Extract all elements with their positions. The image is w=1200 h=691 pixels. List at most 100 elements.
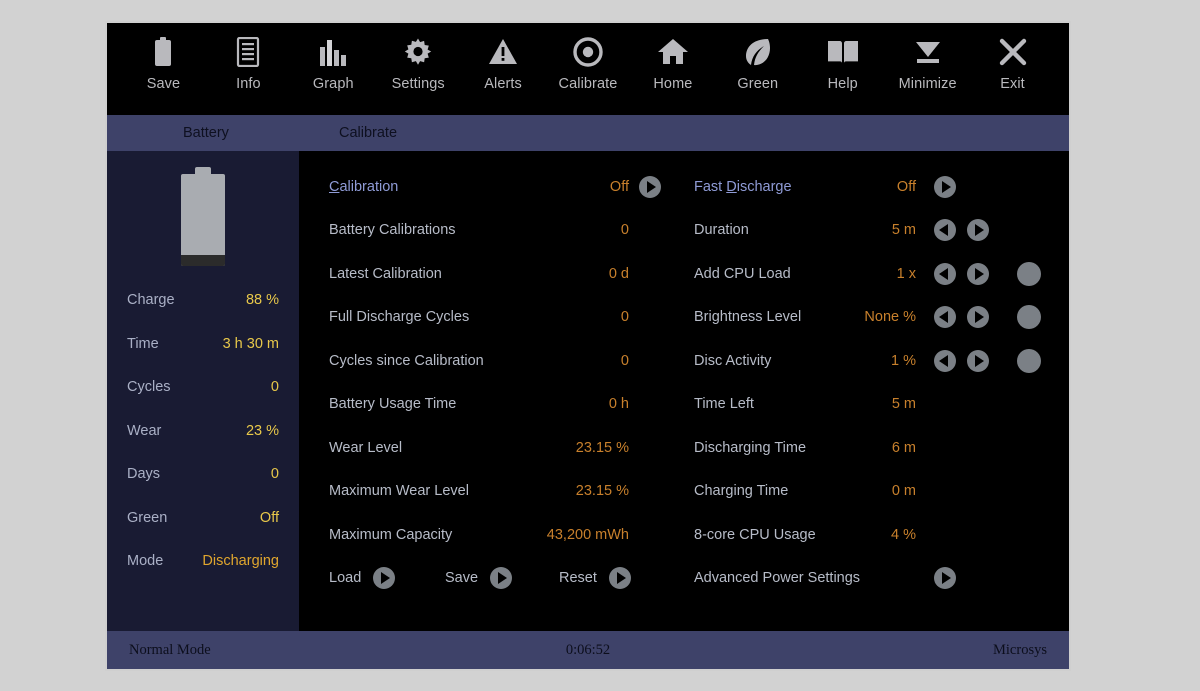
row-cpu-usage: 8-core CPU Usage 4 % <box>694 513 1069 557</box>
status-bar: Normal Mode 0:06:52 Microsys <box>107 631 1069 669</box>
target-circle-icon <box>570 35 606 69</box>
sidebar-value-cycles: 0 <box>270 379 279 395</box>
close-x-icon <box>995 35 1031 69</box>
sidebar-label-mode: Mode <box>127 553 164 569</box>
label-fast-discharge[interactable]: Fast Discharge <box>694 179 792 195</box>
toolbar-button-calibrate[interactable]: Calibrate <box>546 35 631 92</box>
sidebar-label-days: Days <box>127 466 161 482</box>
action-save[interactable]: Save <box>445 567 513 590</box>
tab-calibrate[interactable]: Calibrate <box>329 115 407 151</box>
value-charging-time: 0 m <box>891 483 916 500</box>
sidebar-label-time: Time <box>127 335 159 352</box>
battery-gauge <box>127 167 279 266</box>
sidebar-row-cycles: Cycles 0 <box>127 379 279 423</box>
row-discharging-time: Discharging Time 6 m <box>694 426 1069 470</box>
toolbar-button-green[interactable]: Green <box>715 35 800 92</box>
value-battery-usage-time: 0 h <box>608 396 629 413</box>
add-cpu-load-decrease-button[interactable] <box>934 262 956 285</box>
battery-sidebar: Charge 88 % Time 3 h 30 m Cycles 0 Wear … <box>107 151 299 631</box>
add-cpu-load-toggle-indicator[interactable] <box>1017 261 1041 286</box>
row-time-left: Time Left 5 m <box>694 383 1069 427</box>
label-maximum-capacity: Maximum Capacity <box>329 526 453 543</box>
calibration-go-button[interactable] <box>639 175 661 198</box>
row-wear-level: Wear Level 23.15 % <box>329 426 689 470</box>
toolbar-button-minimize[interactable]: Minimize <box>885 35 970 92</box>
brightness-level-toggle-indicator[interactable] <box>1017 305 1041 330</box>
disc-activity-increase-button[interactable] <box>967 349 989 372</box>
sidebar-value-charge: 88 % <box>245 292 279 308</box>
sidebar-row-charge: Charge 88 % <box>127 292 279 336</box>
value-full-discharge-cycles: 0 <box>620 309 629 326</box>
disc-activity-decrease-button[interactable] <box>934 349 956 372</box>
toolbar-button-info[interactable]: Info <box>206 35 291 92</box>
value-add-cpu-load: 1 x <box>896 265 916 282</box>
toolbar-button-graph[interactable]: Graph <box>291 35 376 92</box>
value-disc-activity: 1 % <box>891 352 916 369</box>
duration-increase-button[interactable] <box>967 219 989 242</box>
sidebar-value-mode: Discharging <box>202 553 279 569</box>
battery-icon <box>145 35 181 69</box>
value-duration: 5 m <box>891 222 916 239</box>
brightness-level-decrease-button[interactable] <box>934 306 956 329</box>
value-maximum-wear-level: 23.15 % <box>575 483 629 500</box>
row-battery-calibrations: Battery Calibrations 0 <box>329 209 689 253</box>
toolbar-button-exit[interactable]: Exit <box>970 35 1055 92</box>
row-maximum-capacity: Maximum Capacity 43,200 mWh <box>329 513 689 557</box>
content-area: Charge 88 % Time 3 h 30 m Cycles 0 Wear … <box>107 151 1069 631</box>
row-cycles-since-calibration: Cycles since Calibration 0 <box>329 339 689 383</box>
status-elapsed: 0:06:52 <box>565 641 611 658</box>
advanced-power-settings-go-button[interactable] <box>934 567 956 590</box>
row-battery-usage-time: Battery Usage Time 0 h <box>329 383 689 427</box>
label-charging-time: Charging Time <box>694 483 789 500</box>
home-icon <box>655 35 691 69</box>
row-latest-calibration: Latest Calibration 0 d <box>329 252 689 296</box>
fast-discharge-go-button[interactable] <box>934 175 956 198</box>
value-wear-level: 23.15 % <box>575 439 629 456</box>
label-calibration[interactable]: Calibration <box>329 179 398 195</box>
book-icon <box>825 35 861 69</box>
value-cycles-since-calibration: 0 <box>620 352 629 369</box>
label-advanced-power-settings: Advanced Power Settings <box>694 570 861 587</box>
sidebar-label-charge: Charge <box>127 292 175 308</box>
document-lines-icon <box>230 35 266 69</box>
sidebar-label-green: Green <box>127 509 168 526</box>
action-reset[interactable]: Reset <box>559 567 631 590</box>
value-calibration: Off <box>609 178 629 195</box>
save-go-button[interactable] <box>490 567 513 590</box>
disc-activity-toggle-indicator[interactable] <box>1017 348 1041 373</box>
toolbar-label-home: Home <box>653 76 693 92</box>
calibration-actions: Load Save Reset <box>329 557 689 601</box>
toolbar-button-help[interactable]: Help <box>800 35 885 92</box>
toolbar-label-exit: Exit <box>1000 76 1025 92</box>
action-load[interactable]: Load <box>329 567 396 590</box>
toolbar-button-settings[interactable]: Settings <box>376 35 461 92</box>
toolbar-button-save[interactable]: Save <box>121 35 206 92</box>
label-maximum-wear-level: Maximum Wear Level <box>329 483 469 500</box>
load-go-button[interactable] <box>373 567 396 590</box>
label-add-cpu-load: Add CPU Load <box>694 265 791 282</box>
discharge-column: Fast Discharge Off Duration 5 m Add CPU … <box>689 165 1069 631</box>
toolbar-label-settings: Settings <box>391 76 445 92</box>
toolbar-label-graph: Graph <box>312 76 354 92</box>
toolbar-button-alerts[interactable]: Alerts <box>461 35 546 92</box>
main-toolbar: Save Info Graph Settings Alerts Calibrat… <box>107 23 1069 115</box>
reset-go-button[interactable] <box>608 567 631 590</box>
sidebar-label-cycles: Cycles <box>127 379 171 395</box>
tab-battery[interactable]: Battery <box>173 115 239 151</box>
row-full-discharge-cycles: Full Discharge Cycles 0 <box>329 296 689 340</box>
application-window: Save Info Graph Settings Alerts Calibrat… <box>105 21 1071 671</box>
warning-triangle-icon <box>485 35 521 69</box>
add-cpu-load-increase-button[interactable] <box>967 262 989 285</box>
row-calibration: Calibration Off <box>329 165 689 209</box>
toolbar-label-save: Save <box>146 76 181 92</box>
row-advanced-power-settings: Advanced Power Settings <box>694 557 1069 601</box>
sidebar-row-time: Time 3 h 30 m <box>127 336 279 380</box>
label-battery-calibrations: Battery Calibrations <box>329 222 456 239</box>
battery-body <box>181 174 225 266</box>
label-load: Load <box>329 570 362 587</box>
toolbar-button-home[interactable]: Home <box>630 35 715 92</box>
duration-decrease-button[interactable] <box>934 219 956 242</box>
label-discharging-time: Discharging Time <box>694 439 807 456</box>
brightness-level-increase-button[interactable] <box>967 306 989 329</box>
value-fast-discharge: Off <box>896 178 916 195</box>
